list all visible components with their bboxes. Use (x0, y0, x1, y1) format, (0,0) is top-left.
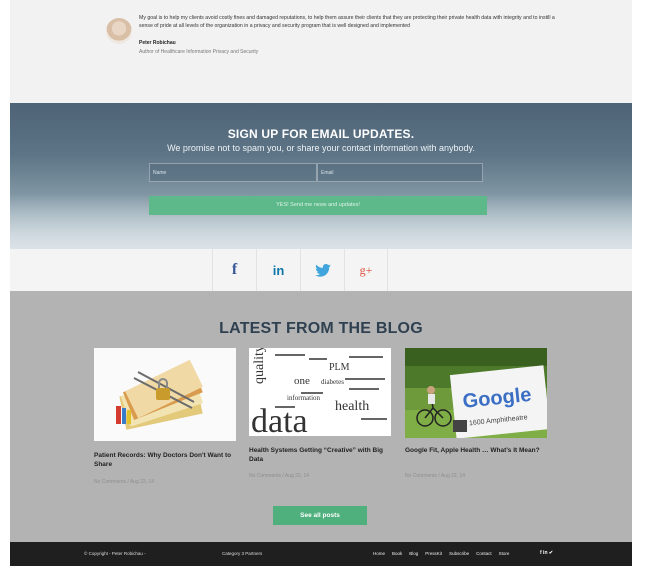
blog-post-meta: No Comments / Aug 22, 14 (94, 479, 155, 485)
testimonial-author-name: Peter Robichau (139, 40, 176, 46)
email-signup-section: SIGN UP FOR EMAIL UPDATES. We promise no… (10, 103, 632, 249)
blog-post-thumbnail[interactable] (94, 348, 236, 441)
testimonial-author-title: Author of Healthcare Information Privacy… (139, 49, 259, 55)
blog-section: LATEST FROM THE BLOG Patient Records: Wh… (10, 291, 632, 542)
blog-post-meta: No Comments / Aug 22, 14 (405, 473, 466, 479)
footer-nav-book[interactable]: Book (392, 551, 402, 556)
word-cloud-quality: quality (252, 348, 267, 384)
name-input[interactable]: Name (149, 163, 317, 182)
email-input[interactable]: Email (317, 163, 483, 182)
facebook-icon[interactable]: f (212, 249, 256, 291)
word-cloud-one: one (294, 375, 310, 387)
footer-social-icons[interactable]: f in ✔ (540, 550, 553, 556)
twitter-icon[interactable] (300, 249, 344, 291)
signup-subtitle: We promise not to spam you, or share you… (167, 143, 475, 153)
word-cloud-diabetes: diabetes (321, 378, 344, 386)
footer-nav-presskit[interactable]: PressKit (425, 551, 442, 556)
footer-nav-subscribe[interactable]: Subscribe (449, 551, 469, 556)
blog-post-thumbnail[interactable]: data health quality PLM one diabetes inf… (249, 348, 391, 436)
blog-post-meta: No Comments / Aug 22, 14 (249, 473, 310, 479)
blog-post-title[interactable]: Patient Records: Why Doctors Don't Want … (94, 451, 236, 469)
signup-title: SIGN UP FOR EMAIL UPDATES. (227, 127, 415, 141)
testimonial-section: My goal is to help my clients avoid cost… (10, 0, 632, 103)
word-cloud-information: information (287, 394, 321, 402)
testimonial-quote: My goal is to help my clients avoid cost… (139, 15, 555, 29)
blog-post-title[interactable]: Google Fit, Apple Health … What’s It Mea… (405, 446, 547, 455)
signup-submit-button[interactable]: YES! Send me news and updates! (149, 196, 487, 215)
footer-category-link[interactable]: Category 3 Partners (222, 551, 262, 556)
footer-nav-home[interactable]: Home (373, 551, 385, 556)
author-avatar (106, 18, 132, 44)
blog-post-title[interactable]: Health Systems Getting “Creative” with B… (249, 446, 391, 464)
footer-nav-blog[interactable]: Blog (409, 551, 418, 556)
see-all-posts-button[interactable]: See all posts (273, 506, 367, 525)
social-bar: f in g+ (10, 249, 632, 291)
blog-post-thumbnail[interactable]: Google 1600 Amphitheatre (405, 348, 547, 438)
footer-nav-store[interactable]: Store (499, 551, 510, 556)
word-cloud-plm: PLM (329, 362, 350, 373)
footer-copyright: © Copyright - Peter Robichau - (84, 551, 146, 556)
site-footer: © Copyright - Peter Robichau - Category … (10, 542, 632, 566)
word-cloud-health: health (335, 399, 369, 414)
page-bottom-margin (0, 566, 648, 579)
footer-nav: Home Book Blog PressKit Subscribe Contac… (373, 551, 509, 556)
footer-nav-contact[interactable]: Contact (476, 551, 492, 556)
google-plus-icon[interactable]: g+ (344, 249, 388, 291)
blog-heading: LATEST FROM THE BLOG (219, 320, 423, 337)
linkedin-icon[interactable]: in (256, 249, 300, 291)
